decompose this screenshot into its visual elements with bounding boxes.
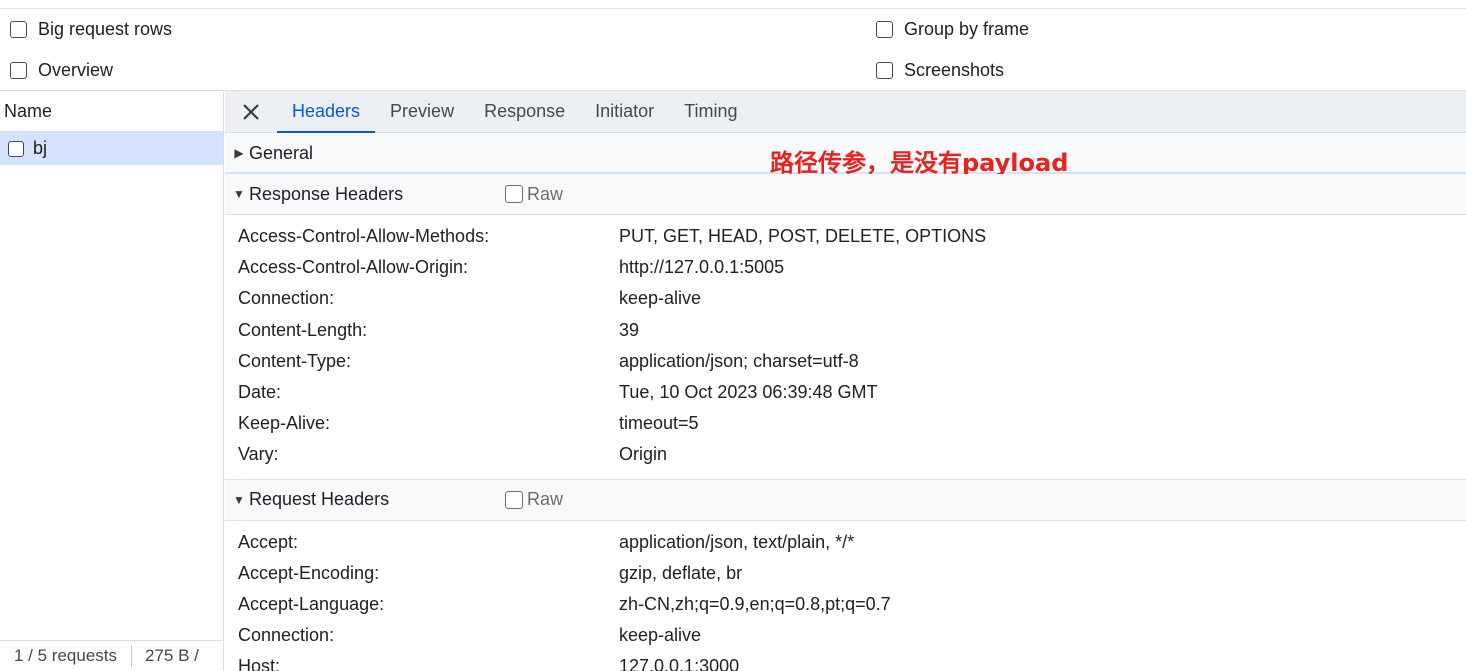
network-settings-bar: Big request rows Overview Group by frame…: [0, 9, 1466, 91]
tab-response[interactable]: Response: [469, 91, 580, 132]
status-separator: [131, 645, 133, 667]
response-headers-list: Access-Control-Allow-Methods: PUT, GET, H…: [225, 215, 1466, 480]
group-by-frame-option[interactable]: Group by frame: [876, 19, 1029, 40]
header-name: Connection:: [238, 288, 335, 309]
header-row: Accept: application/json, text/plain, */*: [225, 527, 1466, 558]
status-bar: 1 / 5 requests 275 B /: [0, 640, 223, 671]
screenshots-option[interactable]: Screenshots: [876, 60, 1004, 81]
request-raw-checkbox[interactable]: [505, 490, 523, 509]
request-headers-list: Accept: application/json, text/plain, */*…: [225, 521, 1466, 671]
header-row: Accept-Encoding: gzip, deflate, br: [225, 558, 1466, 589]
response-raw-toggle[interactable]: Raw: [505, 184, 563, 205]
name-column-header[interactable]: Name: [0, 91, 223, 132]
request-headers-section-header[interactable]: ▼ Request Headers Raw: [225, 479, 1466, 521]
header-value: http://127.0.0.1:5005: [619, 257, 785, 278]
general-title: General: [249, 142, 314, 163]
tab-preview[interactable]: Preview: [375, 91, 469, 132]
request-raw-label: Raw: [527, 489, 564, 509]
header-row: Keep-Alive: timeout=5: [225, 408, 1466, 439]
header-row: Date: Tue, 10 Oct 2023 06:39:48 GMT: [225, 377, 1466, 408]
general-section-header[interactable]: ▶ General 路径传参，是没有payload: [225, 133, 1466, 177]
header-row: Connection: keep-alive: [225, 620, 1466, 651]
response-raw-label: Raw: [527, 183, 564, 204]
header-name: Access-Control-Allow-Origin:: [238, 257, 469, 278]
header-value: keep-alive: [619, 625, 702, 646]
request-list-panel: Name bj 1 / 5 requests 275 B /: [0, 91, 224, 671]
details-tabbar: Headers Preview Response Initiator Timin…: [225, 91, 1466, 133]
overview-checkbox[interactable]: [10, 62, 27, 79]
header-row: Content-Length: 39: [225, 315, 1466, 346]
header-row: Access-Control-Allow-Methods: PUT, GET, H…: [225, 221, 1466, 252]
request-count: 1 / 5 requests: [14, 646, 118, 665]
request-name: bj: [33, 138, 48, 158]
collapse-triangle-icon: ▼: [233, 492, 245, 507]
expand-triangle-icon: ▶: [234, 146, 244, 160]
header-name: Keep-Alive:: [238, 413, 331, 434]
annotation-text: 路径传参，是没有payload: [770, 149, 1069, 177]
response-headers-title: Response Headers: [249, 183, 404, 204]
header-value: PUT, GET, HEAD, POST, DELETE, OPTIONS: [619, 226, 987, 247]
tab-timing[interactable]: Timing: [669, 91, 752, 132]
header-name: Content-Type:: [238, 350, 352, 371]
header-value: gzip, deflate, br: [619, 562, 743, 583]
screenshots-label: Screenshots: [904, 60, 1005, 80]
transfer-size: 275 B /: [145, 646, 199, 665]
header-value: 39: [619, 319, 640, 340]
header-row: Content-Type: application/json; charset=u…: [225, 346, 1466, 377]
header-name: Access-Control-Allow-Methods:: [238, 226, 490, 247]
response-raw-checkbox[interactable]: [505, 185, 523, 203]
screenshots-checkbox[interactable]: [876, 62, 893, 79]
header-value: application/json; charset=utf-8: [619, 350, 859, 371]
header-row: Connection: keep-alive: [225, 283, 1466, 314]
tab-headers[interactable]: Headers: [277, 91, 376, 133]
overview-label: Overview: [38, 60, 114, 80]
response-headers-section-header[interactable]: ▼ Response Headers Raw: [225, 174, 1466, 215]
big-request-rows-checkbox[interactable]: [10, 21, 27, 38]
big-request-rows-option[interactable]: Big request rows: [10, 19, 172, 40]
header-value: 127.0.0.1:3000: [619, 656, 740, 671]
group-by-frame-label: Group by frame: [904, 19, 1030, 39]
overview-option[interactable]: Overview: [10, 60, 113, 81]
request-raw-toggle[interactable]: Raw: [505, 489, 563, 510]
header-value: application/json, text/plain, */*: [619, 531, 855, 552]
header-name: Date:: [238, 382, 282, 403]
tab-initiator[interactable]: Initiator: [580, 91, 669, 132]
header-name: Accept-Language:: [238, 593, 385, 614]
header-value: Origin: [619, 444, 668, 465]
header-name: Accept-Encoding:: [238, 562, 380, 583]
big-request-rows-label: Big request rows: [38, 19, 173, 39]
request-headers-title: Request Headers: [249, 489, 390, 509]
header-name: Content-Length:: [238, 319, 368, 340]
name-column-label: Name: [4, 100, 53, 121]
header-value: keep-alive: [619, 288, 702, 309]
header-row: Vary: Origin: [225, 439, 1466, 470]
request-details-panel: Headers Preview Response Initiator Timin…: [225, 91, 1466, 671]
header-value: timeout=5: [619, 413, 699, 434]
header-value: zh-CN,zh;q=0.9,en;q=0.8,pt;q=0.7: [619, 593, 891, 614]
collapse-triangle-icon: ▼: [233, 187, 245, 201]
header-row: Accept-Language: zh-CN,zh;q=0.9,en;q=0.8,…: [225, 589, 1466, 620]
header-name: Host:: [238, 656, 281, 671]
close-icon[interactable]: [225, 91, 277, 132]
header-value: Tue, 10 Oct 2023 06:39:48 GMT: [619, 382, 878, 403]
header-row: Access-Control-Allow-Origin: http://127.0…: [225, 252, 1466, 283]
request-row[interactable]: bj: [0, 132, 223, 165]
header-name: Connection:: [238, 625, 335, 646]
header-name: Vary:: [238, 444, 279, 465]
header-name: Accept:: [238, 531, 299, 552]
group-by-frame-checkbox[interactable]: [876, 21, 893, 38]
request-checkbox-icon: [8, 140, 24, 157]
header-row: Host: 127.0.0.1:3000: [225, 651, 1466, 671]
